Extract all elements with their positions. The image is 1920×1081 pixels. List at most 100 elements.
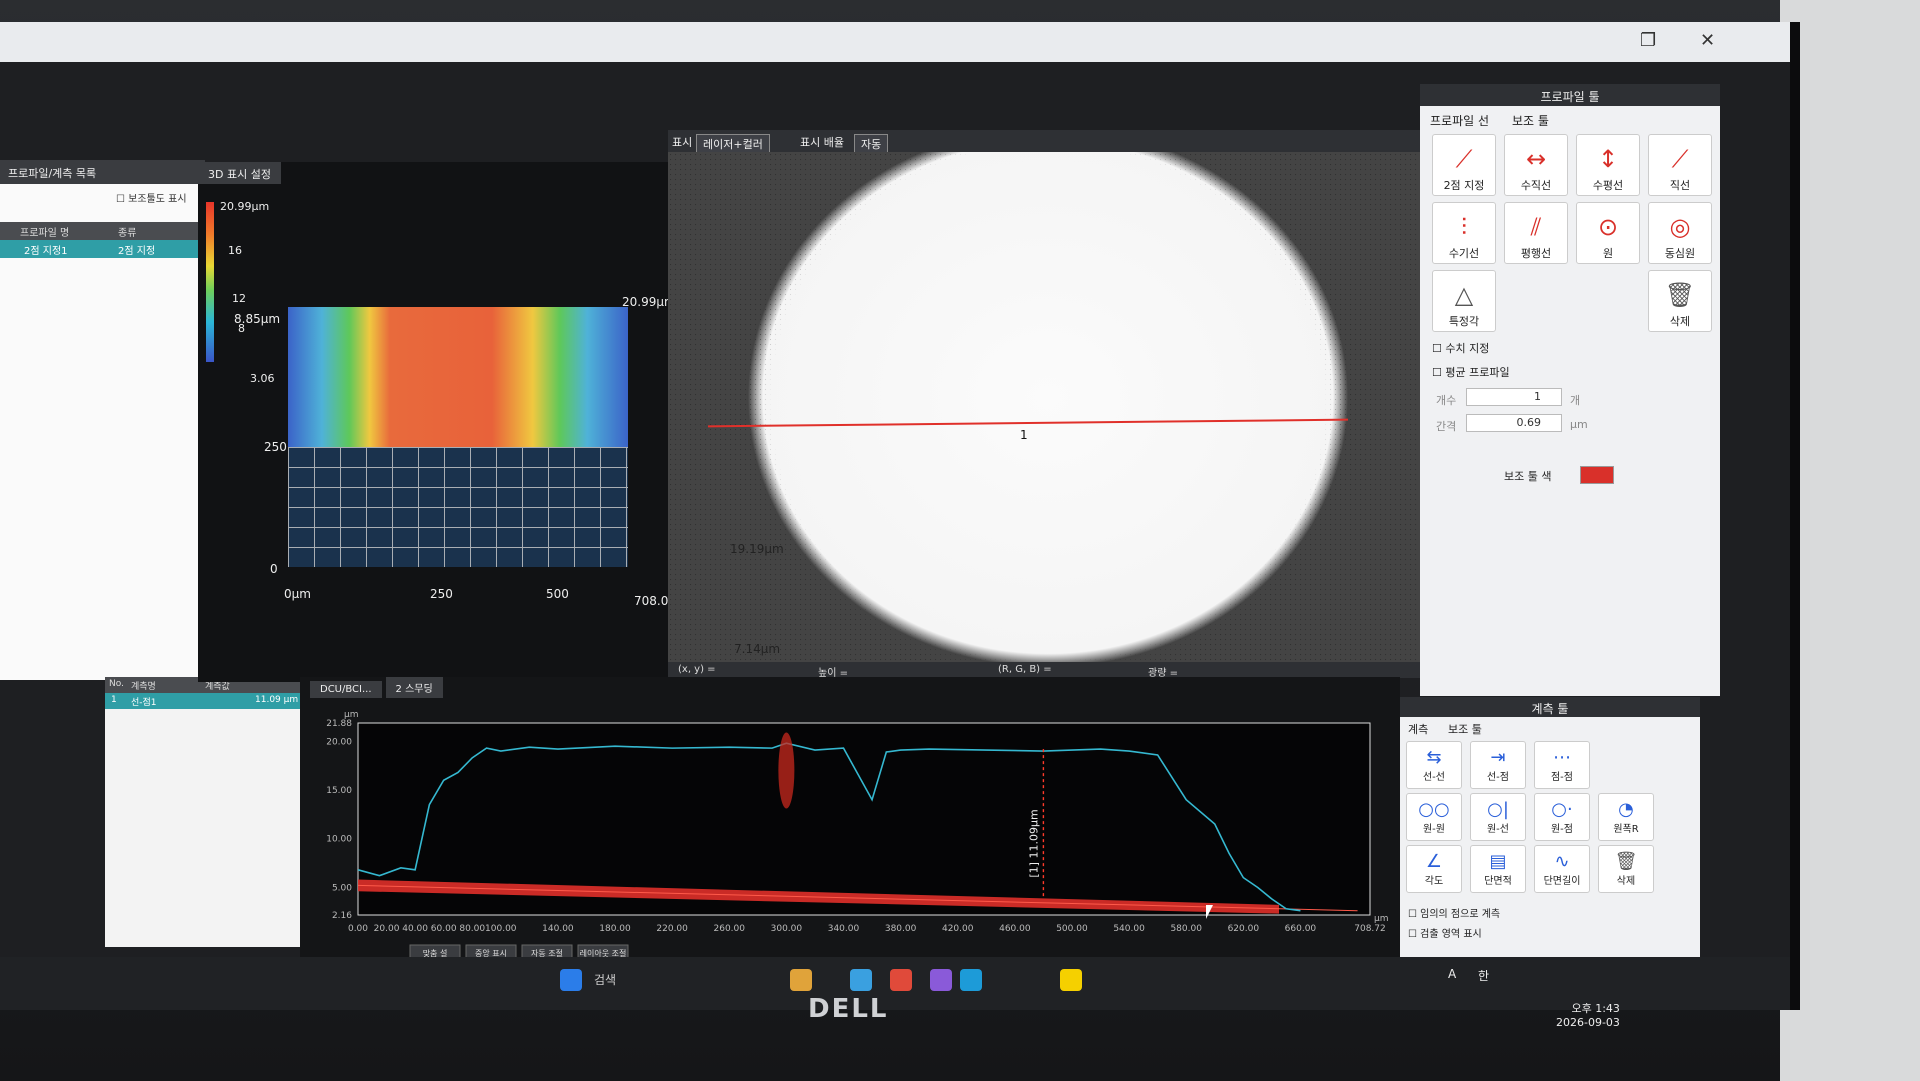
x-tick-label: 60.00 (431, 924, 457, 934)
taskbar-clock[interactable]: 오후 1:43 2026-09-03 (1556, 1000, 1620, 1029)
circle-point-button[interactable]: ○· 원-점 (1534, 793, 1590, 841)
horizontal-line-button[interactable]: ↕ 수평선 (1576, 134, 1640, 196)
tab-aux-tool[interactable]: 보조 툴 (1512, 112, 1549, 129)
3d-axis-y-250: 250 (264, 440, 287, 454)
display-mode-select[interactable]: 레이저+컬러 (696, 134, 770, 154)
two-point-line-icon: ⟋ (1455, 145, 1473, 173)
angle-measure-button[interactable]: ∠ 각도 (1406, 845, 1462, 893)
tab-profile-line[interactable]: 프로파일 선 (1430, 112, 1489, 129)
app-icon-2[interactable] (930, 969, 952, 991)
zoom-label: 표시 배율 (800, 136, 844, 149)
chrome-icon[interactable] (890, 969, 912, 991)
aux-color-label: 보조 툴 색 (1504, 470, 1552, 483)
y-tick-label: 5.00 (332, 883, 352, 893)
3d-axis-x-250: 250 (430, 587, 453, 601)
windows-start-icon[interactable] (560, 969, 582, 991)
tab-measure-aux[interactable]: 보조 툴 (1448, 721, 1482, 737)
close-icon[interactable]: ✕ (1700, 30, 1715, 51)
circle-line-label: 원-선 (1486, 824, 1509, 835)
cross-section-length-icon: ∿ (1554, 851, 1570, 872)
dell-logo: DELL (808, 994, 889, 1024)
any-point-checkbox[interactable]: ☐ 임의의 점으로 계측 (1408, 905, 1500, 920)
delete-measure-button[interactable]: 🗑 삭제 (1598, 845, 1654, 893)
circle-icon: ⊙ (1597, 213, 1619, 241)
x-tick-label: 340.00 (828, 924, 860, 934)
kakaotalk-icon[interactable] (1060, 969, 1082, 991)
line-point-button[interactable]: ⇥ 선-점 (1470, 741, 1526, 789)
straight-line-icon: ⟋ (1671, 145, 1689, 173)
concentric-circle-button[interactable]: ◎ 동심원 (1648, 202, 1712, 264)
interval-label: 간격 (1436, 420, 1457, 433)
zoom-select[interactable]: 자동 (854, 134, 889, 154)
edge-icon[interactable] (960, 969, 982, 991)
taskbar-search[interactable]: 검색 (594, 971, 616, 988)
line-line-button[interactable]: ⇆ 선-선 (1406, 741, 1462, 789)
x-tick-label: 420.00 (942, 924, 974, 934)
x-tick-label: 140.00 (542, 924, 574, 934)
show-aux-label: 보조툴도 표시 (128, 194, 187, 205)
freehand-line-button[interactable]: ⫶ 수기선 (1432, 202, 1496, 264)
x-tick-label: 580.00 (1170, 924, 1202, 934)
measure-list-panel: No. 계측명 계측값 1 선-점1 11.09 μm (105, 677, 305, 947)
freehand-line-icon: ⫶ (1461, 213, 1467, 241)
count-input[interactable]: 1 (1466, 388, 1562, 406)
background-wall (1780, 0, 1920, 1081)
restore-icon[interactable]: ❐ (1640, 30, 1656, 51)
circle-line-icon: ○| (1487, 799, 1509, 820)
line-point-icon: ⇥ (1490, 747, 1506, 768)
x-tick-label: 300.00 (771, 924, 803, 934)
interval-unit: μm (1570, 418, 1588, 431)
aux-color-swatch[interactable] (1580, 466, 1614, 484)
angle-button[interactable]: △ 특정각 (1432, 270, 1496, 332)
straight-line-button[interactable]: ⟋ 직선 (1648, 134, 1712, 196)
detect-area-checkbox[interactable]: ☐ 검출 영역 표시 (1408, 925, 1482, 940)
trash-icon: 🗑 (1614, 851, 1638, 872)
circle-circle-button[interactable]: ○○ 원-원 (1406, 793, 1462, 841)
numeric-checkbox[interactable]: ☐ 수치 지정 (1432, 340, 1489, 356)
horizontal-line-icon: ↕ (1597, 145, 1619, 173)
tab-measure[interactable]: 계측 (1408, 721, 1428, 737)
two-point-button[interactable]: ⟋ 2점 지정 (1432, 134, 1496, 196)
3d-axis-x-0: 0μm (284, 587, 311, 601)
measure-row[interactable]: 1 선-점1 11.09 μm (105, 693, 305, 709)
colorbar-min: 3.06 (250, 372, 275, 385)
parallel-line-button[interactable]: ⫽ 평행선 (1504, 202, 1568, 264)
input-mode-han[interactable]: 한 (1478, 967, 1489, 984)
input-mode-a[interactable]: A (1448, 967, 1456, 981)
angle-icon: △ (1454, 281, 1474, 309)
profile-row[interactable]: 2점 지정1 2점 지정 (0, 240, 205, 258)
vertical-line-label: 수직선 (1520, 179, 1552, 192)
height-colorbar (206, 202, 214, 362)
circle-line-button[interactable]: ○| 원-선 (1470, 793, 1526, 841)
3d-grid (288, 447, 628, 567)
x-tick-label: 220.00 (656, 924, 688, 934)
delete-profile-button[interactable]: 🗑 삭제 (1648, 270, 1712, 332)
interval-input[interactable]: 0.69 (1466, 414, 1562, 432)
radius-button[interactable]: ◔ 원폭R (1598, 793, 1654, 841)
profile-tool-panel: 프로파일 툴 프로파일 선 보조 툴 ⟋ 2점 지정 ↔ 수직선 ↕ 수평선 ⟋ 직선 … (1420, 84, 1720, 696)
x-tick-label: 660.00 (1285, 924, 1317, 934)
3d-axis-y-0: 0 (270, 562, 278, 576)
3d-settings-tab[interactable]: 3D 표시 설정 (198, 162, 281, 184)
angle-measure-icon: ∠ (1425, 851, 1443, 872)
cross-area-button[interactable]: ▤ 단면적 (1470, 845, 1526, 893)
files-icon[interactable] (790, 969, 812, 991)
profile-chart[interactable]: 21.8820.0015.0010.005.002.160.00 20.00 40.… (300, 695, 1400, 995)
status-light: 광량 = (1148, 668, 1178, 678)
3d-view[interactable]: 3D 표시 설정 20.99μm 16 12 8 3.06 20.99μm 8.… (198, 162, 676, 682)
x-tick-label: 380.00 (885, 924, 917, 934)
show-aux-checkbox[interactable]: ☐ 보조툴도 표시 (116, 190, 187, 205)
x-tick-label: 260.00 (714, 924, 746, 934)
profile-cursor-marker (778, 732, 795, 809)
point-point-button[interactable]: ⋯ 점-점 (1534, 741, 1590, 789)
cross-length-button[interactable]: ∿ 단면길이 (1534, 845, 1590, 893)
freehand-line-label: 수기선 (1448, 247, 1480, 260)
optical-view[interactable]: 표시 레이저+컬러 표시 배율 자동 1 19.19μm 7.14μm (x, … (668, 130, 1420, 678)
mouse-cursor-icon (1206, 905, 1220, 919)
vertical-line-button[interactable]: ↔ 수직선 (1504, 134, 1568, 196)
avg-profile-checkbox[interactable]: ☐ 평균 프로파일 (1432, 364, 1510, 380)
point-point-icon: ⋯ (1553, 747, 1571, 768)
app-icon[interactable] (850, 969, 872, 991)
circle-button[interactable]: ⊙ 원 (1576, 202, 1640, 264)
horizontal-line-label: 수평선 (1592, 179, 1624, 192)
